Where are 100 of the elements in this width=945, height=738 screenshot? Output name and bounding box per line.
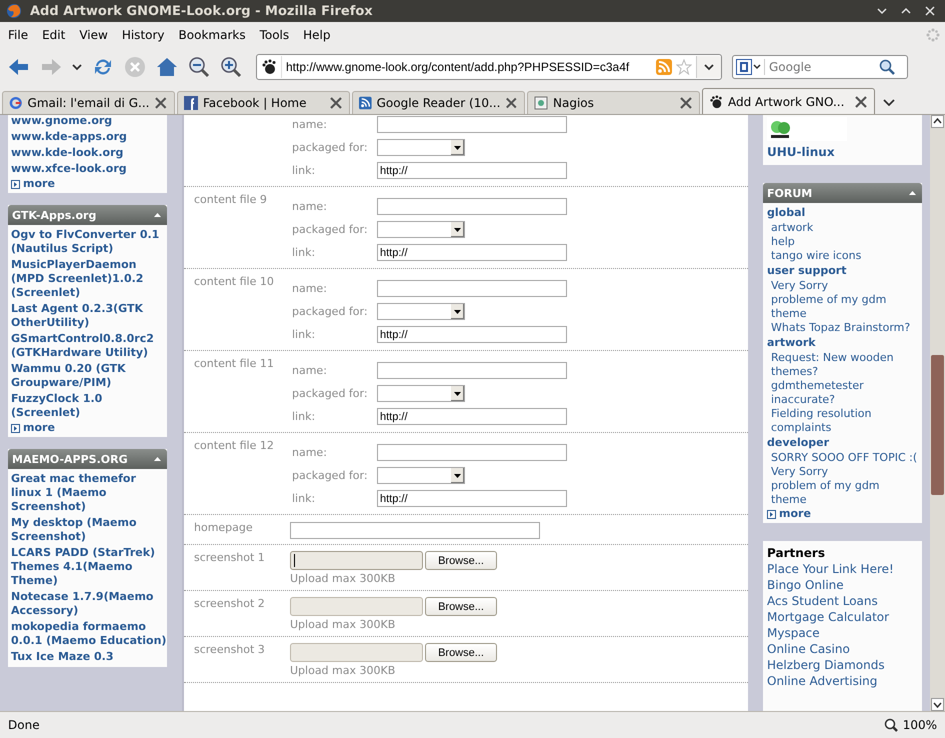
close-icon[interactable]	[329, 96, 343, 110]
search-icon[interactable]	[879, 59, 895, 75]
search-bar[interactable]: Google	[732, 55, 908, 79]
close-icon[interactable]	[854, 94, 868, 108]
text-input[interactable]	[377, 444, 567, 461]
forum-topic[interactable]: Whats Topaz Brainstorm?	[767, 321, 918, 335]
dropdown-caret-icon[interactable]	[883, 98, 895, 106]
zoom-icon[interactable]	[884, 718, 898, 732]
dropdown-arrow-icon[interactable]	[454, 228, 461, 232]
more-link[interactable]: more	[23, 177, 55, 191]
forum-category[interactable]: developer	[767, 435, 918, 451]
partner-link[interactable]: Mortgage Calculator	[767, 609, 918, 625]
forum-topic[interactable]: gdmthemetester inaccurate?	[767, 379, 918, 407]
partner-link[interactable]: Online Advertising	[767, 673, 918, 689]
sidebar-link[interactable]: Tux Ice Maze 0.3	[11, 649, 167, 665]
file-input[interactable]	[290, 551, 423, 570]
menu-item[interactable]: Bookmarks	[174, 28, 251, 42]
menu-item[interactable]: Help	[298, 28, 336, 42]
forum-topic[interactable]: Very Sorry	[767, 279, 918, 293]
partner-link[interactable]: Online Casino	[767, 641, 918, 657]
forum-topic[interactable]: probleme of my gdm theme	[767, 293, 918, 321]
dropdown-select[interactable]	[377, 139, 465, 156]
address-bar[interactable]: http://www.gnome-look.org/content/add.php?PHPSESSID=c3a4f	[256, 54, 722, 80]
text-input[interactable]: http://	[377, 162, 567, 179]
more-link[interactable]: more	[779, 507, 811, 521]
menu-item[interactable]: History	[116, 28, 170, 42]
text-input[interactable]	[377, 280, 567, 297]
partner-link[interactable]: Helzberg Diamonds	[767, 657, 918, 673]
forum-topic[interactable]: Very Sorry	[767, 465, 918, 479]
forum-category[interactable]: artwork	[767, 335, 918, 351]
home-icon[interactable]	[156, 56, 178, 78]
text-input[interactable]: http://	[377, 490, 567, 507]
sidebar-link[interactable]: FuzzyClock 1.0 (Screenlet)	[11, 391, 167, 421]
minimize-icon[interactable]	[877, 7, 887, 15]
dropdown-select[interactable]	[377, 385, 465, 402]
sidebar-link[interactable]: My desktop (Maemo Screenshot)	[11, 515, 167, 545]
forum-category[interactable]: user support	[767, 263, 918, 279]
browser-tab[interactable]: Nagios	[527, 91, 700, 114]
menu-item[interactable]: Edit	[37, 28, 70, 42]
menu-item[interactable]: File	[3, 28, 34, 42]
text-input[interactable]: http://	[377, 408, 567, 425]
scroll-up-icon[interactable]	[931, 115, 944, 128]
partner-link[interactable]: Bingo Online	[767, 577, 918, 593]
star-icon[interactable]	[676, 59, 692, 75]
zoom-out-icon[interactable]	[188, 56, 210, 78]
collapse-arrow-icon[interactable]	[154, 457, 161, 461]
partner-link[interactable]: Myspace	[767, 625, 918, 641]
menu-item[interactable]: Tools	[254, 28, 294, 42]
menu-item[interactable]: View	[74, 28, 113, 42]
text-input[interactable]	[377, 362, 567, 379]
sidebar-link[interactable]: Ogv to FlvConverter 0.1 (Nautilus Script)	[11, 227, 167, 257]
browse-button[interactable]: Browse...	[425, 597, 497, 616]
dropdown-select[interactable]	[377, 467, 465, 484]
file-input[interactable]	[290, 597, 423, 616]
forum-topic[interactable]: tango wire icons	[767, 249, 918, 263]
collapse-arrow-icon[interactable]	[154, 213, 161, 217]
back-arrow-icon[interactable]	[8, 57, 30, 77]
sidebar-link[interactable]: Notecase 1.7.9(Maemo Accessory)	[11, 589, 167, 619]
forum-topic[interactable]: help	[767, 235, 918, 249]
search-engine-icon[interactable]	[736, 59, 762, 75]
dropdown-select[interactable]	[377, 303, 465, 320]
sidebar-link[interactable]: www.kde-apps.org	[11, 129, 167, 145]
sidebar-link[interactable]: www.xfce-look.org	[11, 161, 167, 177]
text-input[interactable]: http://	[377, 244, 567, 261]
browser-tab[interactable]: Gmail: l'email di G...	[2, 91, 175, 114]
sidebar-link[interactable]: Wammu 0.20 (GTK Groupware/PIM)	[11, 361, 167, 391]
partner-link[interactable]: Place Your Link Here!	[767, 561, 918, 577]
sidebar-link[interactable]: Last Agent 0.2.3(GTK OtherUtility)	[11, 301, 167, 331]
scroll-thumb[interactable]	[931, 355, 944, 495]
text-input[interactable]	[377, 198, 567, 215]
dropdown-caret-icon[interactable]	[704, 63, 714, 71]
browser-tab[interactable]: Google Reader (10...	[352, 91, 525, 114]
dropdown-arrow-icon[interactable]	[454, 392, 461, 396]
partner-link[interactable]: Acs Student Loans	[767, 593, 918, 609]
logo-banner[interactable]	[767, 117, 847, 141]
close-icon[interactable]	[505, 96, 518, 110]
collapse-arrow-icon[interactable]	[909, 191, 916, 195]
browser-tab[interactable]: Facebook | Home	[177, 91, 350, 114]
sidebar-link[interactable]: Great mac themefor linux 1 (Maemo Screenshot)	[11, 471, 167, 515]
dropdown-caret-icon[interactable]	[72, 63, 82, 71]
browser-tab[interactable]: Add Artwork GNO...	[702, 88, 875, 114]
more-link[interactable]: more	[23, 421, 55, 435]
dropdown-arrow-icon[interactable]	[454, 474, 461, 478]
sidebar-link[interactable]: mokopedia formaemo 0.0.1 (Maemo Education)	[11, 619, 167, 649]
forum-topic[interactable]: Request: New wooden themes?	[767, 351, 918, 379]
dropdown-select[interactable]	[377, 221, 465, 238]
sidebar-link[interactable]: LCARS PADD (StarTrek) Themes 4.1(Maemo Theme)	[11, 545, 167, 589]
file-input[interactable]	[290, 643, 423, 662]
dropdown-arrow-icon[interactable]	[454, 310, 461, 314]
maximize-icon[interactable]	[901, 7, 911, 15]
sponsor-link[interactable]: UHU-linux	[767, 145, 918, 159]
close-icon[interactable]	[154, 96, 168, 110]
scrollbar[interactable]	[930, 115, 945, 711]
sidebar-link[interactable]: GSmartControl0.8.0rc2 (GTKHardware Utility)	[11, 331, 167, 361]
sidebar-link[interactable]: www.kde-look.org	[11, 145, 167, 161]
scroll-down-icon[interactable]	[931, 698, 944, 711]
browse-button[interactable]: Browse...	[425, 551, 497, 570]
dropdown-arrow-icon[interactable]	[454, 146, 461, 150]
browse-button[interactable]: Browse...	[425, 643, 497, 662]
homepage-input[interactable]	[290, 522, 540, 539]
